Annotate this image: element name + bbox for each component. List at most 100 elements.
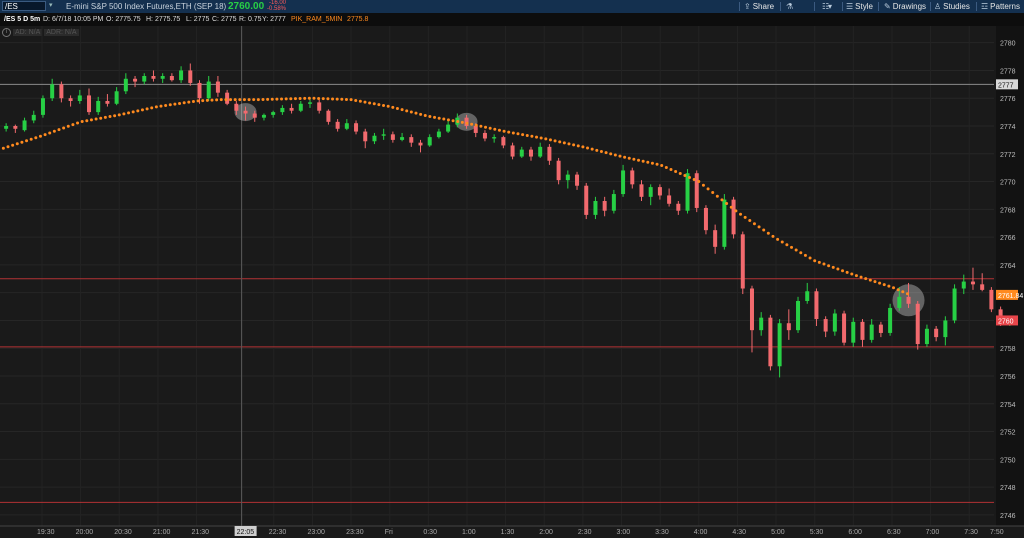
studies-button[interactable]: ♙ Studies — [934, 1, 970, 12]
symbol-input[interactable]: /ES — [2, 1, 46, 11]
share-button[interactable]: ⇪ Share — [744, 1, 774, 12]
candle-body — [381, 134, 386, 136]
study-name[interactable]: PIK_RAM_5MIN — [291, 13, 342, 26]
ma-dot — [344, 97, 348, 101]
ma-dot — [460, 120, 464, 124]
ma-dot — [52, 129, 56, 133]
candle-body — [455, 117, 460, 125]
candle-body — [22, 120, 27, 131]
y-tick-label: 2750 — [1000, 457, 1016, 464]
candle — [519, 146, 524, 158]
ma-dot — [827, 264, 831, 268]
candle — [427, 134, 432, 147]
ma-dot — [539, 136, 543, 140]
flask-button[interactable]: ⚗ — [786, 1, 795, 12]
candle — [372, 132, 377, 145]
ad-value: AD: N/A — [13, 29, 43, 37]
price-label-text: 2761.84 — [998, 293, 1023, 300]
x-axis: 19:30 20:00 20:30 21:00 21:30 22:05 22:30 23:00… — [37, 526, 1004, 536]
ma-dot — [637, 158, 641, 162]
ma-dot — [892, 286, 896, 290]
ma-dot — [159, 104, 163, 108]
ma-dot — [748, 219, 752, 223]
candle-body — [584, 185, 589, 215]
ma-dot — [400, 108, 404, 112]
candle-body — [519, 149, 524, 157]
symbol-period: /ES 5 D 5m — [4, 16, 41, 23]
ma-dot — [599, 150, 603, 153]
candle — [768, 314, 773, 371]
candle — [22, 117, 27, 132]
price-chart[interactable]: 2780 2778 2776 2774 2772 2770 2768 2766 2764 2762… — [0, 0, 1024, 538]
drawings-button[interactable]: ✎ Drawings — [884, 1, 926, 12]
candle — [206, 76, 211, 101]
candle-body — [602, 201, 607, 211]
candle — [796, 296, 801, 333]
candle — [4, 123, 9, 132]
candle — [906, 282, 911, 308]
ma-dot — [150, 106, 154, 110]
x-tick-label: 4:00 — [694, 529, 708, 536]
ma-dot — [419, 112, 423, 116]
ma-dot — [548, 138, 552, 142]
ma-dot — [317, 96, 321, 100]
ma-dot — [706, 187, 710, 191]
ma-dot — [627, 156, 631, 160]
chevron-down-icon[interactable]: ▾ — [49, 1, 53, 9]
ma-dot — [836, 267, 840, 271]
ma-dot — [780, 240, 784, 244]
candle-body — [96, 101, 101, 113]
candle — [68, 95, 73, 107]
candle-body — [307, 102, 312, 104]
ma-dot — [669, 168, 673, 172]
candle — [482, 130, 487, 142]
ma-dot — [465, 121, 469, 125]
y-tick-label: 2764 — [1000, 263, 1016, 270]
candle-body — [998, 309, 1003, 322]
candle — [731, 196, 736, 239]
style-button[interactable]: ☰ Style — [846, 1, 873, 12]
candle — [326, 109, 331, 125]
candle-body — [676, 203, 681, 211]
candle — [50, 78, 55, 101]
x-tick-label: 7:30 — [964, 529, 978, 536]
y-axis: 2780 2778 2776 2774 2772 2770 2768 2766 2764 2762… — [996, 41, 1023, 520]
candle — [998, 306, 1003, 326]
y-tick-label: 2770 — [1000, 180, 1016, 187]
separator — [878, 2, 879, 11]
candle-body — [970, 281, 975, 285]
ma-dot — [697, 180, 701, 184]
timeframe-button[interactable]: ▾ — [828, 1, 834, 12]
candle — [446, 120, 451, 133]
ma-dot — [850, 272, 854, 276]
candle-body — [814, 291, 819, 320]
candle — [464, 114, 469, 129]
candle — [888, 303, 893, 336]
highlight-circle — [234, 103, 257, 122]
ma-dot — [154, 105, 158, 109]
candle-body — [87, 95, 92, 113]
ma-dot — [711, 191, 715, 195]
candle-body — [842, 313, 847, 343]
candle-body — [805, 291, 810, 301]
ma-dot — [442, 117, 446, 121]
ma-dot — [312, 96, 316, 100]
candle-body — [4, 126, 9, 129]
x-tick-label: 20:00 — [76, 529, 94, 536]
x-tick-label: 20:30 — [114, 529, 132, 536]
candle-body — [492, 137, 497, 139]
ma-dot — [799, 251, 803, 255]
ma-dot — [854, 274, 858, 278]
candle-body — [179, 70, 184, 81]
ma-dot — [590, 147, 594, 151]
candle-body — [372, 135, 377, 142]
candle — [777, 319, 782, 378]
candle-body — [243, 110, 248, 114]
patterns-button[interactable]: ☲ Patterns — [981, 1, 1020, 12]
x-tick-label: 7:00 — [926, 529, 940, 536]
candle — [77, 89, 82, 104]
ma-dot — [688, 176, 692, 180]
info-icon[interactable]: i — [2, 28, 11, 37]
candle — [713, 224, 718, 254]
ma-dot — [701, 183, 705, 187]
